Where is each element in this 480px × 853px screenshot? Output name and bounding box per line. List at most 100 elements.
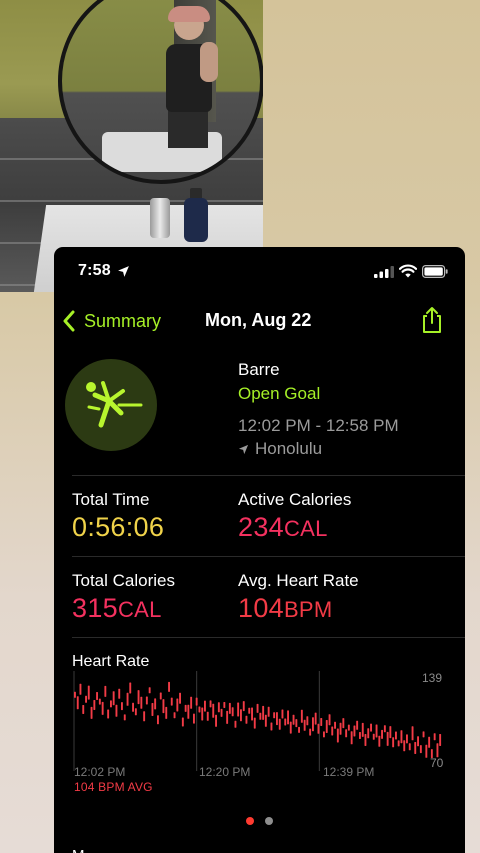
heart-rate-bar [345,729,348,738]
heart-rate-bar [273,712,276,719]
workout-name: Barre [238,360,280,379]
heart-rate-bar [353,725,356,737]
share-icon[interactable] [420,306,444,334]
heart-rate-bar [215,714,217,727]
heart-rate-bar [168,681,170,692]
total-calories-value: 315CAL [72,593,162,624]
chevron-left-icon [63,310,75,332]
heart-rate-bar [76,696,79,710]
heart-rate-min-label: 70 [430,756,444,770]
heart-rate-bar [276,712,278,726]
heart-rate-bar [383,725,386,733]
heart-rate-bar [245,715,248,724]
heart-rate-bar [126,692,129,706]
battery-icon [422,265,448,278]
heart-rate-bar [281,709,284,719]
heart-rate-x-label-start: 12:02 PM [74,765,126,779]
heart-rate-bar [259,712,262,720]
back-button[interactable]: Summary [62,305,161,337]
workout-goal: Open Goal [238,384,321,403]
heart-rate-bar [347,724,350,731]
heart-rate-bar [406,734,408,744]
heart-rate-bar [428,736,431,748]
barre-workout-icon [65,359,157,451]
heart-rate-bar [148,687,151,694]
heart-rate-bar [397,740,400,747]
heart-rate-bar [237,702,240,717]
heart-rate-bar [395,731,397,740]
heart-rate-bar [87,685,90,700]
heart-rate-bar [419,745,422,754]
workout-location: Honolulu [238,439,322,459]
heart-rate-bar [278,718,281,730]
heart-rate-bar [350,731,353,745]
page-indicator-dot[interactable] [265,817,273,825]
heart-rate-bar [228,702,231,714]
heart-rate-bar [240,709,242,722]
heart-rate-bar [234,720,237,728]
heart-rate-bar [129,682,132,694]
heart-rate-bar [151,703,154,716]
heart-rate-x-label-mid: 12:20 PM [199,765,251,779]
photo-figure-legs [168,108,208,148]
heart-rate-bar [367,728,370,739]
heart-rate-bar [267,706,270,717]
heart-rate-bar [170,697,173,706]
workout-time-range: 12:02 PM - 12:58 PM [238,416,399,435]
heart-rate-bar [123,714,126,721]
back-button-label: Summary [84,310,162,331]
heart-rate-bar [370,723,372,732]
divider [72,556,465,557]
heart-rate-bar [154,698,157,710]
heart-rate-bar [400,730,403,744]
heart-rate-bar [375,724,378,738]
heart-rate-bar [292,714,295,725]
heart-rate-title: Heart Rate [72,653,150,670]
total-time-label: Total Time [72,490,150,509]
heart-rate-bar [264,714,267,727]
heart-rate-bar [359,732,361,739]
heart-rate-bar [159,692,162,700]
heart-rate-bar [364,734,367,746]
heart-rate-bar [181,717,184,727]
total-time-value: 0:56:06 [72,512,165,542]
active-calories-label: Active Calories [238,490,352,509]
heart-rate-bar [195,697,198,706]
heart-rate-bar [270,722,273,731]
heart-rate-bar [201,707,204,721]
divider [72,475,465,476]
heart-rate-bar [82,705,85,714]
heart-rate-bar [256,703,259,713]
barre-figure-icon [86,381,143,428]
heart-rate-bar [251,707,253,721]
heart-rate-bar [90,706,93,719]
heart-rate-bar [372,733,375,740]
heart-rate-bar [140,696,143,709]
heart-rate-chart[interactable] [70,671,452,771]
heart-rate-bar [184,704,187,712]
heart-rate-bar [121,702,123,711]
heart-rate-bar [85,695,87,703]
heart-rate-bar [356,720,359,730]
heart-rate-bar [231,707,234,717]
heart-rate-bar [414,742,417,754]
page-indicator-dot-active[interactable] [246,817,254,825]
heart-rate-bar [312,717,314,732]
heart-rate-max-label: 139 [422,671,443,685]
active-calories-value: 234CAL [238,512,328,543]
heart-rate-bar [193,713,195,724]
heart-rate-bar [314,712,317,725]
heart-rate-bar [433,733,436,741]
heart-rate-bar [79,683,82,695]
active-calories-unit: CAL [283,516,328,541]
heart-rate-bar [204,700,206,712]
heart-rate-bar [331,726,334,736]
heart-rate-bar [112,691,115,706]
heart-rate-bar [334,721,336,729]
heart-rate-bar [157,715,159,725]
heart-rate-bar [339,722,342,735]
status-time: 7:58 [78,262,111,279]
heart-rate-bar [300,709,303,723]
heart-rate-bar [317,723,320,734]
heart-rate-bar [403,740,406,752]
